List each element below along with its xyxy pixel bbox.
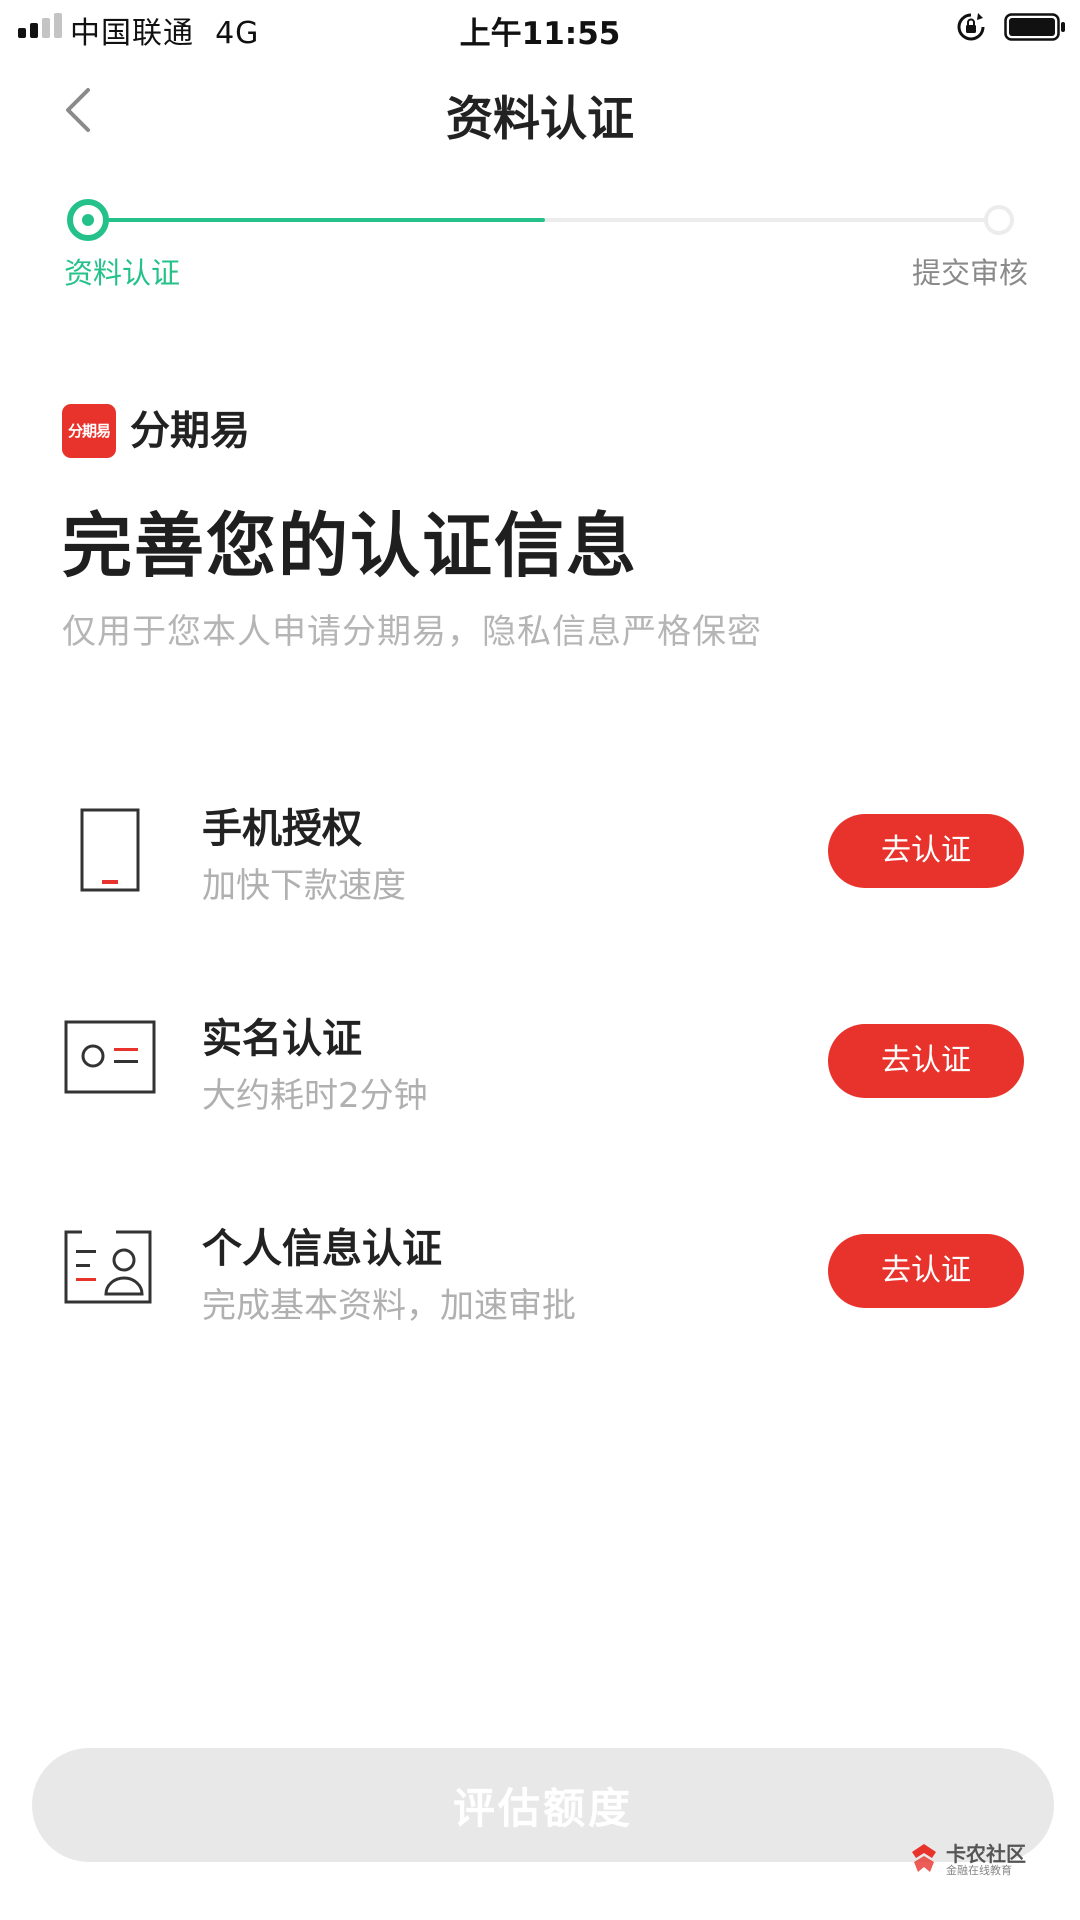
task-row-phone: 手机授权 加快下款速度 去认证 <box>0 780 1080 920</box>
id-card-icon <box>64 1020 156 1094</box>
battery-icon <box>1004 13 1065 41</box>
verify-phone-button[interactable]: 去认证 <box>828 814 1024 888</box>
phone-icon <box>80 808 140 892</box>
task-subtitle: 加快下款速度 <box>202 866 406 906</box>
watermark-tagline: 金融在线教育 <box>946 1864 1012 1877</box>
task-subtitle: 大约耗时2分钟 <box>202 1076 428 1116</box>
task-title: 个人信息认证 <box>202 1226 442 1272</box>
verify-real-name-button[interactable]: 去认证 <box>828 1024 1024 1098</box>
step-indicator-pending <box>984 205 1014 235</box>
rotation-lock-icon <box>957 13 985 41</box>
subheadline: 仅用于您本人申请分期易，隐私信息严格保密 <box>62 612 762 652</box>
brand-logo: 分期易 <box>62 404 116 458</box>
watermark-logo-icon <box>912 1844 936 1872</box>
page-title: 资料认证 <box>446 92 634 147</box>
evaluate-limit-button[interactable]: 评估额度 <box>32 1748 1054 1862</box>
step-label-profile: 资料认证 <box>64 256 181 290</box>
step-label-review: 提交审核 <box>911 256 1028 290</box>
brand-name: 分期易 <box>130 408 250 454</box>
watermark: 卡农社区 金融在线教育 <box>906 1838 1056 1878</box>
headline: 完善您的认证信息 <box>62 505 638 587</box>
verify-personal-info-button[interactable]: 去认证 <box>828 1234 1024 1308</box>
task-row-personal-info: 个人信息认证 完成基本资料，加速审批 去认证 <box>0 1200 1080 1340</box>
task-subtitle: 完成基本资料，加速审批 <box>202 1286 576 1326</box>
step-indicator-active <box>67 199 109 241</box>
progress-track <box>88 218 1002 222</box>
profile-card-icon <box>64 1230 152 1304</box>
progress-fill <box>88 218 545 222</box>
status-bar: 中国联通 4G 上午11:55 <box>0 0 1080 56</box>
task-title: 手机授权 <box>202 806 362 852</box>
status-time: 上午11:55 <box>459 16 621 52</box>
task-title: 实名认证 <box>202 1016 362 1062</box>
task-row-real-name: 实名认证 大约耗时2分钟 去认证 <box>0 990 1080 1130</box>
